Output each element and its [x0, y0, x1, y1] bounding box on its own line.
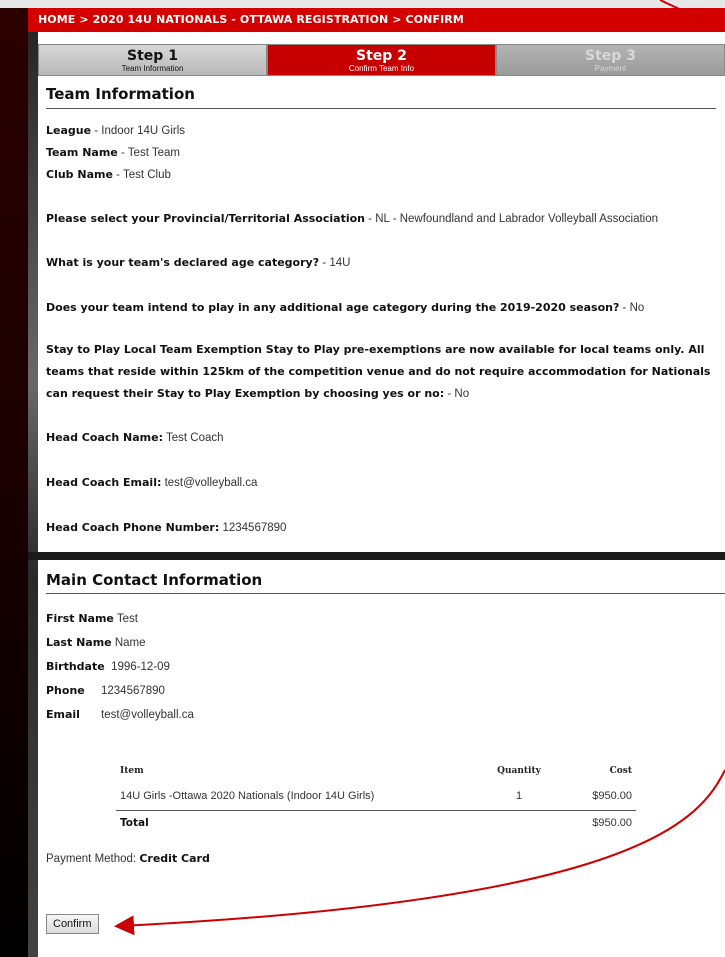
cost-column-header: Cost	[609, 766, 632, 776]
screenshot-seam	[28, 552, 725, 560]
team-information-heading: Team Information	[46, 85, 195, 103]
step-3: Step 3 Payment	[496, 44, 725, 76]
main-contact-heading: Main Contact Information	[46, 571, 263, 589]
step-2-subtitle: Confirm Team Info	[348, 64, 415, 73]
coach-name-row: Head Coach Name: Test Coach	[46, 431, 224, 444]
stay-to-play-answer: No	[454, 388, 470, 400]
background-edge	[28, 0, 38, 957]
age-category-question: What is your team's declared age categor…	[46, 256, 320, 269]
birthdate-label: Birthdate	[46, 660, 105, 673]
email-value: test@volleyball.ca	[101, 709, 194, 721]
coach-email-row: Head Coach Email: test@volleyball.ca	[46, 476, 257, 489]
step-2-title: Step 2	[356, 48, 407, 64]
total-row: Total $950.00	[116, 811, 636, 838]
club-name-value: Test Club	[122, 169, 171, 181]
additional-category-question: Does your team intend to play in any add…	[46, 301, 620, 314]
step-2: Step 2 Confirm Team Info	[267, 44, 496, 76]
last-name-label: Last Name	[46, 636, 112, 649]
birthdate-row: Birthdate 1996-12-09	[46, 660, 170, 673]
table-header-row: Item Quantity Cost	[116, 758, 636, 784]
team-information-panel: Step 1 Team Information Step 2 Confirm T…	[38, 32, 725, 552]
table-row: 14U Girls -Ottawa 2020 Nationals (Indoor…	[116, 784, 636, 811]
additional-category-answer: No	[629, 302, 645, 314]
stay-to-play-question: Stay to Play Local Team Exemption Stay t…	[46, 343, 711, 400]
last-name-value: Name	[114, 637, 146, 649]
additional-category-row: Does your team intend to play in any add…	[46, 301, 645, 314]
coach-name-value: Test Coach	[165, 432, 224, 444]
payment-method-label: Payment Method:	[46, 853, 137, 865]
first-name-row: First Name Test	[46, 612, 138, 625]
first-name-value: Test	[116, 613, 138, 625]
step-1-title: Step 1	[127, 48, 178, 64]
last-name-row: Last Name Name	[46, 636, 146, 649]
cost-cell: $950.00	[558, 784, 636, 811]
first-name-label: First Name	[46, 612, 114, 625]
background-left	[0, 0, 28, 957]
main-contact-panel: Main Contact Information First Name Test…	[38, 560, 725, 957]
stay-to-play-row: Stay to Play Local Team Exemption Stay t…	[46, 343, 711, 400]
total-spacer	[480, 811, 558, 838]
item-cell: 14U Girls -Ottawa 2020 Nationals (Indoor…	[116, 784, 480, 811]
step-3-title: Step 3	[585, 48, 636, 64]
top-strip	[0, 0, 725, 8]
item-column-header: Item	[120, 766, 144, 776]
phone-value: 1234567890	[101, 685, 165, 697]
association-row: Please select your Provincial/Territoria…	[46, 212, 659, 225]
coach-phone-label: Head Coach Phone Number:	[46, 521, 220, 534]
league-value: Indoor 14U Girls	[101, 125, 186, 137]
contact-heading-divider	[46, 593, 725, 594]
club-name-label: Club Name	[46, 168, 113, 181]
heading-divider	[46, 108, 716, 109]
birthdate-value: 1996-12-09	[111, 661, 170, 673]
phone-label: Phone	[46, 684, 85, 697]
association-answer: NL - Newfoundland and Labrador Volleybal…	[375, 213, 659, 225]
total-label: Total	[120, 817, 149, 829]
team-name-value: Test Team	[127, 147, 180, 159]
step-1: Step 1 Team Information	[38, 44, 267, 76]
email-row: Email test@volleyball.ca	[46, 708, 194, 721]
quantity-column-header: Quantity	[497, 766, 541, 776]
breadcrumb: HOME > 2020 14U NATIONALS - OTTAWA REGIS…	[28, 8, 725, 32]
coach-email-label: Head Coach Email:	[46, 476, 162, 489]
coach-phone-value: 1234567890	[222, 522, 287, 534]
team-name-row: Team Name - Test Team	[46, 146, 180, 159]
order-summary-table: Item Quantity Cost 14U Girls -Ottawa 202…	[116, 758, 636, 837]
total-value: $950.00	[592, 817, 632, 829]
payment-method-value: Credit Card	[139, 852, 210, 865]
league-row: League - Indoor 14U Girls	[46, 124, 186, 137]
step-3-subtitle: Payment	[594, 64, 627, 73]
payment-method-row: Payment Method: Credit Card	[46, 852, 210, 865]
age-category-row: What is your team's declared age categor…	[46, 256, 351, 269]
league-label: League	[46, 124, 92, 137]
team-name-label: Team Name	[46, 146, 118, 159]
age-category-answer: 14U	[329, 257, 351, 269]
coach-name-label: Head Coach Name:	[46, 431, 163, 444]
phone-row: Phone 1234567890	[46, 684, 165, 697]
club-name-row: Club Name - Test Club	[46, 168, 171, 181]
step-1-subtitle: Team Information	[121, 64, 184, 73]
association-question: Please select your Provincial/Territoria…	[46, 212, 365, 225]
coach-email-value: test@volleyball.ca	[164, 477, 258, 489]
quantity-cell: 1	[480, 784, 558, 811]
coach-phone-row: Head Coach Phone Number: 1234567890	[46, 521, 286, 534]
step-indicator: Step 1 Team Information Step 2 Confirm T…	[38, 44, 725, 76]
confirm-button[interactable]: Confirm	[46, 914, 99, 934]
email-label: Email	[46, 708, 80, 721]
